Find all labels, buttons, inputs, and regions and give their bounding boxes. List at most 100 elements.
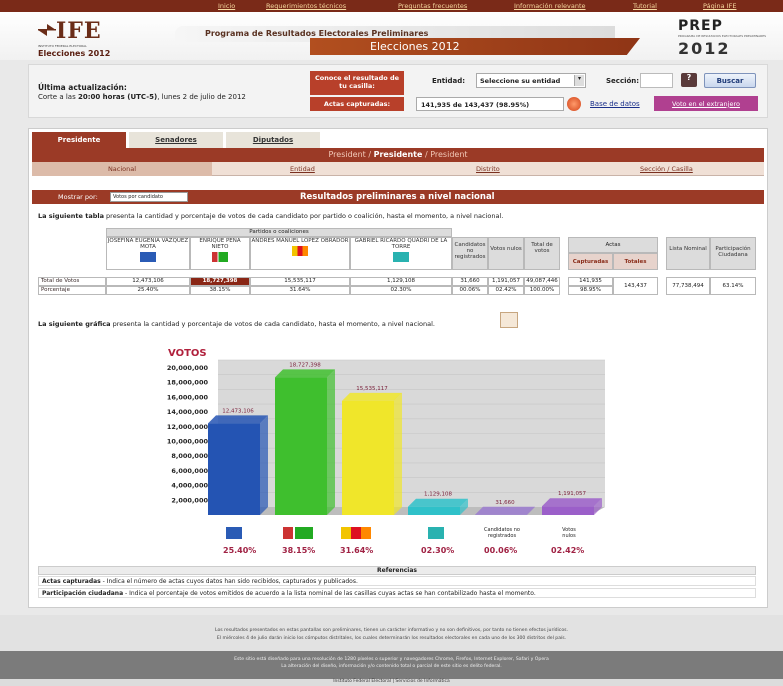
breadcrumb-right: / President <box>422 150 468 159</box>
bar-side <box>260 415 268 515</box>
chart-intro-bold: La siguiente gráfica <box>38 320 111 328</box>
breadcrumb: President / Presidente / President <box>32 148 764 162</box>
entidad-select-value: Seleccione su entidad <box>480 77 561 85</box>
mostrar-select[interactable]: Votos por candidato <box>110 192 188 202</box>
prep-logo-title: PREP <box>678 18 723 34</box>
pan-logo-icon <box>226 527 242 539</box>
update-date: , lunes 2 de julio de 2012 <box>157 93 246 101</box>
pct-label: 25.40% <box>223 546 257 555</box>
prep-logo-sub: PROGRAMA DE RESULTADOS ELECTORALES PRELI… <box>678 34 767 38</box>
chart-backdrop <box>210 360 605 515</box>
update-prefix: Corte a las <box>38 93 78 101</box>
reference-participacion: Participación ciudadana - Indica el porc… <box>38 588 756 598</box>
help-icon[interactable]: ? <box>681 73 697 87</box>
y-tick-label: 2,000,000 <box>171 496 208 504</box>
candidate-header: ENRIQUE PEÑA NIETO <box>190 237 250 270</box>
footer-line: El miércoles 4 de julio darán inicio los… <box>216 636 567 641</box>
bar <box>542 506 594 515</box>
last-update-text: Corte a las 20:00 horas (UTC-5), lunes 2… <box>38 93 246 101</box>
y-tick-label: 6,000,000 <box>171 467 208 475</box>
no-registrados-label: Candidatos no registrados <box>484 527 520 539</box>
voto-extranjero-button[interactable]: Voto en el extranjero <box>654 96 758 111</box>
y-tick-label: 4,000,000 <box>171 482 208 490</box>
reference-text: - Indica el porcentaje de votos emitidos… <box>123 590 536 597</box>
footer-line: La alteración del diseño, información y/… <box>281 664 502 669</box>
footer-credit: Instituto Federal Electoral | Servicios … <box>0 679 783 686</box>
table-cell: 49,087,446 <box>524 277 560 286</box>
ife-logo-elecciones: Elecciones 2012 <box>38 49 111 58</box>
prd-pt-mc-logo-icon <box>292 246 308 256</box>
table-cell: 63.14% <box>710 277 756 295</box>
tab-presidente[interactable]: Presidente <box>32 132 126 148</box>
bar-side <box>327 369 335 515</box>
footer-line: Los resultados presentados en estas pant… <box>215 628 568 633</box>
table-cell: 25.40% <box>106 286 190 295</box>
candidate-name: ANDRES MANUEL LOPEZ OBRADOR <box>251 238 349 244</box>
candidate-header: GABRIEL RICARDO QUADRI DE LA TORRE <box>350 237 452 270</box>
chart-wall <box>210 360 605 515</box>
nav-pagina-ife[interactable]: Página IFE <box>703 2 736 10</box>
tab-senadores[interactable]: Senadores <box>129 132 223 148</box>
prep-logo: PREP PROGRAMA DE RESULTADOS ELECTORALES … <box>678 18 767 58</box>
y-tick-label: 8,000,000 <box>171 452 208 460</box>
elecciones-banner: Elecciones 2012 <box>310 38 640 55</box>
bar-top <box>542 498 602 507</box>
results-table: Partidos o coaliciones JOSEFINA EUGENIA … <box>38 228 756 298</box>
no-registrados-header: Candidatos no registrados <box>452 237 488 270</box>
bar-value-label: 1,129,108 <box>424 492 452 498</box>
nav-requerimientos[interactable]: Requerimientos técnicos <box>266 2 346 10</box>
bar-top <box>475 506 535 515</box>
base-de-datos-link[interactable]: Base de datos <box>590 100 640 108</box>
level-seccion-casilla[interactable]: Sección / Casilla <box>640 165 693 173</box>
group-header: Partidos o coaliciones <box>106 228 452 237</box>
y-tick-label: 20,000,000 <box>167 364 209 372</box>
table-cell: 00.06% <box>452 286 488 295</box>
reference-term: Participación ciudadana <box>42 590 124 597</box>
votos-nulos-label: Votos nulos <box>562 527 576 539</box>
chart-intro: La siguiente gráfica presenta la cantida… <box>38 320 435 328</box>
table-cell: 143,437 <box>613 277 658 295</box>
y-tick-label: 16,000,000 <box>167 393 209 401</box>
bar-value-label: 31,660 <box>495 500 515 506</box>
prd-pt-mc-logo-icon <box>341 527 371 539</box>
update-time: 20:00 horas (UTC-5) <box>77 93 158 101</box>
level-entidad[interactable]: Entidad <box>290 165 315 173</box>
table-cell: 31.64% <box>250 286 350 295</box>
tab-diputados[interactable]: Diputados <box>226 132 320 148</box>
bar-top <box>275 369 335 378</box>
table-cell: 1,129,108 <box>350 277 452 286</box>
level-nacional[interactable]: Nacional <box>32 162 212 176</box>
chart-toggle-icon[interactable] <box>500 312 518 328</box>
top-nav: Inicio Requerimientos técnicos Preguntas… <box>0 0 783 12</box>
table-intro-bold: La siguiente tabla <box>38 212 104 220</box>
table-cell: 31,660 <box>452 277 488 286</box>
bar-value-label: 12,473,106 <box>222 408 254 414</box>
table-cell: 02.42% <box>488 286 524 295</box>
pct-label: 02.42% <box>551 546 585 555</box>
bar-top <box>208 415 268 424</box>
level-distrito[interactable]: Distrito <box>476 165 500 173</box>
lista-nominal-header: Lista Nominal <box>666 237 710 270</box>
pri-pvem-logo-icon <box>212 252 228 262</box>
nav-inicio[interactable]: Inicio <box>218 2 235 10</box>
bar-value-label: 1,191,057 <box>558 491 586 497</box>
bar <box>275 377 327 515</box>
capturadas-header: Capturadas <box>568 253 613 270</box>
total-votos-header: Total de votos <box>524 237 560 270</box>
nav-informacion[interactable]: Información relevante <box>514 2 586 10</box>
nueva-alianza-logo-icon <box>428 527 444 539</box>
totales-header: Totales <box>613 253 658 270</box>
seccion-input[interactable] <box>640 73 673 88</box>
nav-preguntas[interactable]: Preguntas frecuentes <box>398 2 467 10</box>
entidad-select[interactable]: Seleccione su entidad ▾ <box>476 73 586 88</box>
table-intro-text: presenta la cantidad y porcentaje de vot… <box>103 212 504 220</box>
entidad-label: Entidad: <box>432 77 466 85</box>
nav-tutorial[interactable]: Tutorial <box>633 2 657 10</box>
buscar-button[interactable]: Buscar <box>704 73 756 88</box>
refresh-icon[interactable] <box>567 97 581 111</box>
nueva-alianza-logo-icon <box>393 252 409 262</box>
table-cell: 18,727,398 <box>190 277 250 286</box>
reference-actas: Actas capturadas - Indica el número de a… <box>38 576 756 586</box>
table-cell: 98.95% <box>568 286 613 295</box>
candidate-name: JOSEFINA EUGENIA VAZQUEZ MOTA <box>107 238 189 250</box>
